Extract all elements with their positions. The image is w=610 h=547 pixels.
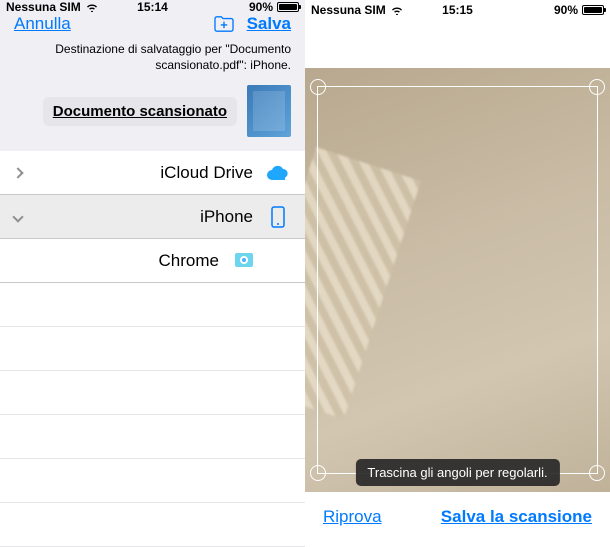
bottom-toolbar: Riprova Salva la scansione (305, 492, 610, 542)
save-dialog-screen: Nessuna SIM 15:14 90% Annulla Salva Dest… (0, 0, 305, 542)
scanner-crop-screen: Nessuna SIM 15:15 90% Trascina gli angol… (305, 0, 610, 542)
new-folder-icon[interactable] (213, 15, 235, 33)
clock: 15:15 (305, 3, 610, 17)
crop-handle-top-right[interactable] (589, 79, 605, 95)
chrome-icon (231, 248, 257, 274)
document-row: Documento scansionato (0, 85, 305, 151)
clock: 15:14 (0, 0, 305, 14)
location-iphone[interactable]: iPhone (0, 195, 305, 239)
location-chrome[interactable]: Chrome (0, 239, 305, 283)
iphone-icon (265, 204, 291, 230)
empty-rows (0, 283, 305, 547)
cloud-icon (265, 160, 291, 186)
location-icloud-drive[interactable]: iCloud Drive (0, 151, 305, 195)
destination-info: Destinazione di salvataggio per "Documen… (0, 34, 305, 85)
scan-preview[interactable]: Trascina gli angoli per regolarli. (305, 68, 610, 492)
list-item (0, 327, 305, 371)
navigation-bar: Annulla Salva (0, 14, 305, 34)
status-bar: Nessuna SIM 15:14 90% (0, 0, 305, 14)
crop-rectangle[interactable] (317, 86, 598, 474)
cancel-button[interactable]: Annulla (14, 14, 71, 34)
chevron-down-icon (12, 211, 23, 222)
status-bar: Nessuna SIM 15:15 90% (305, 0, 610, 20)
crop-handle-top-left[interactable] (310, 79, 326, 95)
list-item (0, 459, 305, 503)
instruction-toast: Trascina gli angoli per regolarli. (355, 459, 559, 486)
document-name-field[interactable]: Documento scansionato (43, 97, 237, 126)
document-thumbnail (247, 85, 291, 137)
location-label: Chrome (14, 251, 219, 271)
crop-handle-bottom-right[interactable] (589, 465, 605, 481)
list-item (0, 503, 305, 547)
list-item (0, 415, 305, 459)
battery-icon (582, 5, 604, 15)
chevron-right-icon (12, 167, 23, 178)
locations-list: iCloud Drive iPhone Chrome (0, 151, 305, 283)
destination-text-1: Destinazione di salvataggio per "Documen… (0, 42, 291, 58)
list-item (0, 283, 305, 327)
crop-handle-bottom-left[interactable] (310, 465, 326, 481)
location-label: iPhone (34, 207, 253, 227)
nav-spacer (305, 20, 610, 68)
save-scan-button[interactable]: Salva la scansione (441, 507, 592, 527)
battery-icon (277, 2, 299, 12)
destination-text-2: scansionato.pdf": iPhone. (0, 58, 291, 74)
save-button[interactable]: Salva (247, 14, 291, 34)
retry-button[interactable]: Riprova (323, 507, 382, 527)
location-label: iCloud Drive (34, 163, 253, 183)
list-item (0, 371, 305, 415)
